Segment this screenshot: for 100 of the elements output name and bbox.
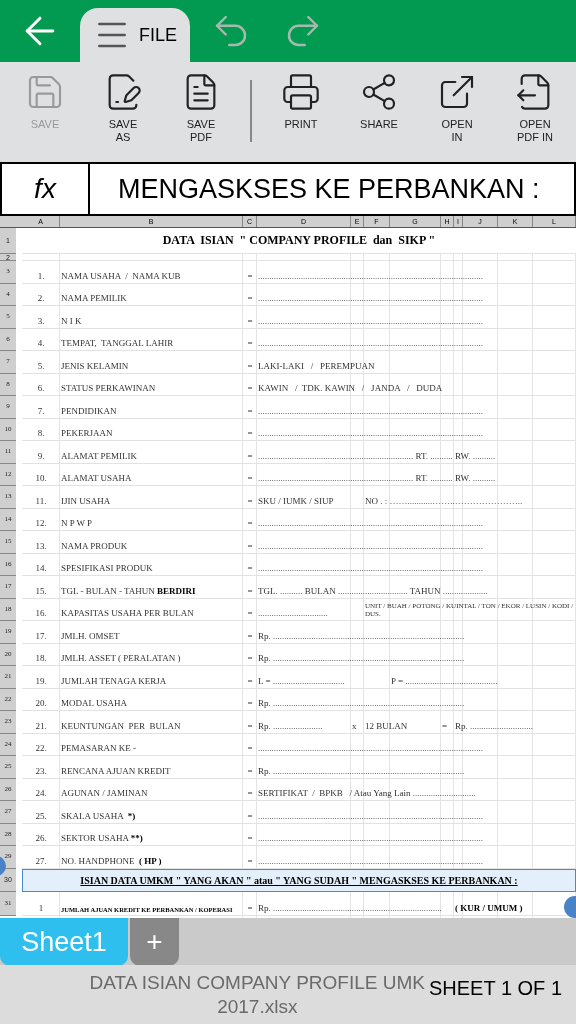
field-value: KAWIN / TDK. KAWIN / JANDA / DUDA	[258, 384, 443, 393]
item-number: 4.	[37, 339, 45, 348]
equals-sign: =	[247, 564, 253, 573]
item-number: 5.	[37, 361, 45, 371]
ribbon-button[interactable]: PRINT	[262, 72, 340, 131]
add-sheet-button[interactable]: +	[130, 918, 179, 966]
equals-sign: =	[247, 361, 253, 371]
field-value: ....................................................................................................	[258, 294, 483, 303]
section-header[interactable]: ISIAN DATA UMKM " YANG AKAN " atau " YANG SUDAH " MENGASKSES KE PERBANKAN :	[22, 868, 576, 892]
field-label: PEKERJAAN	[61, 429, 113, 438]
field-label: JUMLAH TENAGA KERJA	[61, 676, 167, 686]
field-value: ....................................................................................................	[258, 406, 483, 416]
equals-sign: =	[247, 744, 253, 753]
field-label: RENCANA AJUAN KREDIT	[61, 766, 171, 776]
field-label: SKALA USAHA *)	[61, 811, 136, 821]
field-value: 12 BULAN	[365, 721, 408, 731]
item-number: 21.	[35, 721, 47, 731]
field-label: NAMA PRODUK	[61, 541, 128, 551]
field-label: JMLH. ASSET ( PERALATAN )	[61, 654, 181, 663]
ribbon-button[interactable]: SAVE PDF	[162, 72, 240, 144]
item-number: 23.	[35, 766, 47, 776]
field-value: Rp. ............................	[455, 721, 533, 731]
field-label: STATUS PERKAWINAN	[61, 384, 156, 393]
field-label: ALAMAT PEMILIK	[61, 451, 138, 461]
field-value: ....................................................................................................	[258, 429, 483, 438]
item-number: 2.	[37, 294, 45, 303]
item-number: 16.	[35, 609, 47, 618]
sheet-count: SHEET 1 OF 1	[429, 976, 562, 1001]
field-value: Rp. ......................	[258, 721, 323, 731]
field-value: ....................................................................................................	[258, 564, 483, 573]
formula-input[interactable]: MENGASKSES KE PERBANKAN :	[118, 168, 540, 210]
field-label: PEMASARAN KE -	[61, 744, 136, 753]
field-value: ....................................................................................................	[258, 541, 483, 551]
item-number: 14.	[35, 564, 47, 573]
ribbon-button[interactable]: SAVE AS	[84, 72, 162, 144]
field-value: Rp. .....................................................................................	[258, 766, 465, 776]
field-value: Rp. ...........................................................................	[258, 903, 442, 913]
field-value: Rp. .....................................................................................	[258, 631, 465, 641]
item-number: 26.	[35, 834, 47, 843]
field-value: ....................................................................................................	[258, 519, 483, 528]
item-number: 1	[38, 903, 44, 913]
field-label: NAMA USAHA / NAMA KUB	[61, 271, 181, 281]
field-value: ( KUR / UMUM )	[455, 903, 523, 913]
item-number: 10.	[35, 474, 47, 483]
ribbon-button[interactable]: SHARE	[340, 72, 418, 131]
item-number: 9.	[37, 451, 45, 461]
equals-sign: =	[247, 721, 253, 731]
item-number: 24.	[35, 789, 47, 798]
equals-sign: =	[247, 451, 253, 461]
field-value: ..................................................................... RT. .......... RW. ..........	[258, 451, 496, 461]
item-number: 17.	[35, 631, 47, 641]
equals-sign: =	[247, 609, 253, 618]
sheet-title: DATA ISIAN " COMPANY PROFILE dan SIKP "	[162, 232, 436, 249]
field-value: ...............................	[258, 609, 328, 618]
field-value: TGL. .......... BULAN ............................... TAHUN ....................	[258, 586, 488, 596]
field-label: NAMA PEMILIK	[61, 294, 127, 303]
item-number: 3.	[37, 316, 45, 326]
field-label: SPESIFIKASI PRODUK	[61, 564, 153, 573]
item-number: 19.	[35, 676, 47, 686]
equals-sign: =	[247, 631, 253, 641]
equals-sign: =	[247, 339, 253, 348]
field-label: IJIN USAHA	[61, 496, 111, 506]
equals-sign: =	[247, 384, 253, 393]
item-number: 27.	[35, 856, 47, 866]
field-label: JENIS KELAMIN	[61, 361, 129, 371]
item-number: 6.	[37, 384, 45, 393]
field-value: P = .........................................	[391, 676, 498, 686]
field-label: KEUNTUNGAN PER BULAN	[61, 721, 181, 731]
item-number: 22.	[35, 744, 47, 753]
equals-sign: =	[247, 586, 253, 596]
item-number: 20.	[35, 699, 47, 708]
field-value: SERTIFIKAT / BPKB / Atau Yang Lain ............................	[258, 789, 476, 798]
field-label: JMLH. OMSET	[61, 631, 120, 641]
function-label[interactable]: fx	[34, 168, 56, 210]
ribbon-button[interactable]: OPEN IN	[418, 72, 496, 144]
field-value: ....................................................................................................	[258, 316, 483, 326]
field-label: N P W P	[61, 519, 93, 528]
field-label: TEMPAT, TANGGAL LAHIR	[61, 339, 174, 348]
field-value: Rp. .....................................................................................	[258, 699, 465, 708]
ribbon-button[interactable]: OPEN PDF IN	[496, 72, 574, 144]
field-label: SEKTOR USAHA **)	[61, 834, 143, 843]
equals-sign: =	[247, 856, 253, 866]
field-value: ....................................................................................................	[258, 339, 483, 348]
equals-sign: =	[247, 789, 253, 798]
item-number: 25.	[35, 811, 47, 821]
field-label: N I K	[61, 316, 82, 326]
item-number: 12.	[35, 519, 47, 528]
equals-sign: =	[247, 811, 253, 821]
file-tab[interactable]: FILE	[80, 8, 190, 62]
field-label: ALAMAT USAHA	[61, 474, 132, 483]
equals-sign: =	[247, 654, 253, 663]
field-label: MODAL USAHA	[61, 699, 127, 708]
field-value: ....................................................................................................	[258, 856, 483, 866]
equals-sign: =	[247, 294, 253, 303]
equals-sign: =	[247, 676, 253, 686]
equals-sign: =	[247, 316, 253, 326]
field-value: ..................................................................... RT. .......... RW. ..........	[258, 474, 496, 483]
field-label: KAPASITAS USAHA PER BULAN	[61, 609, 194, 618]
equals-sign: =	[247, 903, 253, 913]
field-value: L = ................................	[258, 676, 345, 686]
